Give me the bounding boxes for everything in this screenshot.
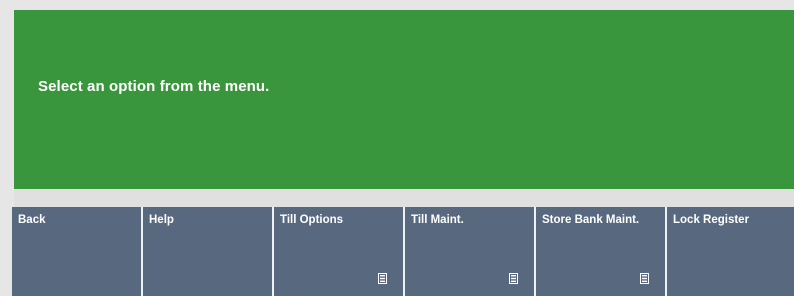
menu-button-bar: Back Help Till Options Till Maint. Store… <box>12 207 794 296</box>
lock-register-button[interactable]: Lock Register <box>667 207 794 296</box>
pos-screen: Select an option from the menu. Back Hel… <box>0 0 794 296</box>
submenu-icon <box>378 273 387 284</box>
prompt-panel: Select an option from the menu. <box>14 10 794 189</box>
submenu-icon <box>509 273 518 284</box>
till-options-button[interactable]: Till Options <box>274 207 405 296</box>
till-options-button-label: Till Options <box>280 214 344 226</box>
back-button[interactable]: Back <box>12 207 143 296</box>
back-button-label: Back <box>18 214 46 226</box>
help-button-label: Help <box>149 214 174 226</box>
submenu-icon <box>640 273 649 284</box>
lock-register-button-label: Lock Register <box>673 214 750 226</box>
store-bank-maint-button[interactable]: Store Bank Maint. <box>536 207 667 296</box>
prompt-message: Select an option from the menu. <box>38 78 270 95</box>
help-button[interactable]: Help <box>143 207 274 296</box>
store-bank-maint-button-label: Store Bank Maint. <box>542 214 640 226</box>
till-maint-button-label: Till Maint. <box>411 214 464 226</box>
till-maint-button[interactable]: Till Maint. <box>405 207 536 296</box>
divider-strip <box>14 189 794 207</box>
